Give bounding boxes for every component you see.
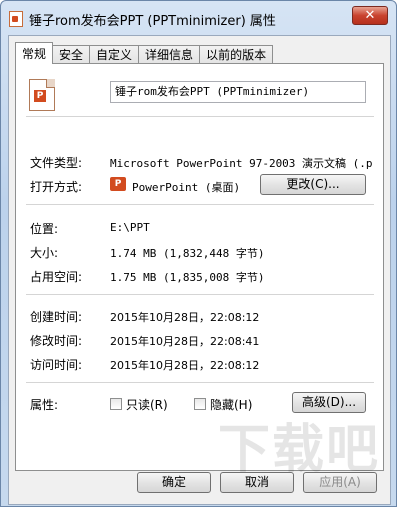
powerpoint-file-icon [9,11,23,27]
file-name-input[interactable]: 锤子rom发布会PPT (PPTminimizer) [110,81,366,103]
file-type-label: 文件类型: [30,156,83,170]
tab-details[interactable]: 详细信息 [138,45,201,64]
tab-custom[interactable]: 自定义 [89,45,140,64]
modified-label: 修改时间: [30,334,83,348]
readonly-checkbox[interactable] [110,398,122,410]
properties-window: 锤子rom发布会PPT (PPTminimizer) 属性 ✕ 常规 安全 自定… [0,0,397,507]
watermark: 下载吧 [217,420,380,480]
divider [26,294,374,295]
powerpoint-app-icon: P [110,177,126,191]
title-bar[interactable]: 锤子rom发布会PPT (PPTminimizer) 属性 ✕ [1,1,396,35]
readonly-label[interactable]: 只读(R) [126,396,168,413]
divider [26,204,374,205]
ppt-file-icon: P [29,79,55,111]
ppt-badge-icon: P [34,90,46,102]
tab-security[interactable]: 安全 [52,45,91,64]
created-label: 创建时间: [30,310,83,324]
accessed-label: 访问时间: [30,358,83,372]
close-button[interactable]: ✕ [352,6,388,25]
location-value: E:\PPT [110,221,150,234]
location-label: 位置: [30,222,59,236]
ok-button[interactable]: 确定 [137,472,211,493]
page-fold-icon [46,79,55,88]
created-value: 2015年10月28日，22:08:12 [110,311,260,324]
modified-value: 2015年10月28日，22:08:41 [110,335,260,348]
window-title: 锤子rom发布会PPT (PPTminimizer) 属性 [29,14,276,29]
tab-general[interactable]: 常规 [15,42,54,64]
size-on-disk-label: 占用空间: [30,270,83,284]
file-type-value: Microsoft PowerPoint 97-2003 演示文稿 (.p [110,157,373,170]
hidden-checkbox[interactable] [194,398,206,410]
attributes-label: 属性: [30,398,59,412]
change-button[interactable]: 更改(C)... [260,174,366,195]
size-value: 1.74 MB (1,832,448 字节) [110,247,265,260]
tab-previous-versions[interactable]: 以前的版本 [199,45,274,64]
size-label: 大小: [30,246,59,260]
open-with-label: 打开方式: [30,180,83,194]
divider [26,382,374,383]
size-on-disk-value: 1.75 MB (1,835,008 字节) [110,271,265,284]
divider [26,116,374,117]
accessed-value: 2015年10月28日，22:08:12 [110,359,260,372]
tab-strip: 常规 安全 自定义 详细信息 以前的版本 [15,42,274,64]
open-with-value: PowerPoint (桌面) [132,181,241,194]
